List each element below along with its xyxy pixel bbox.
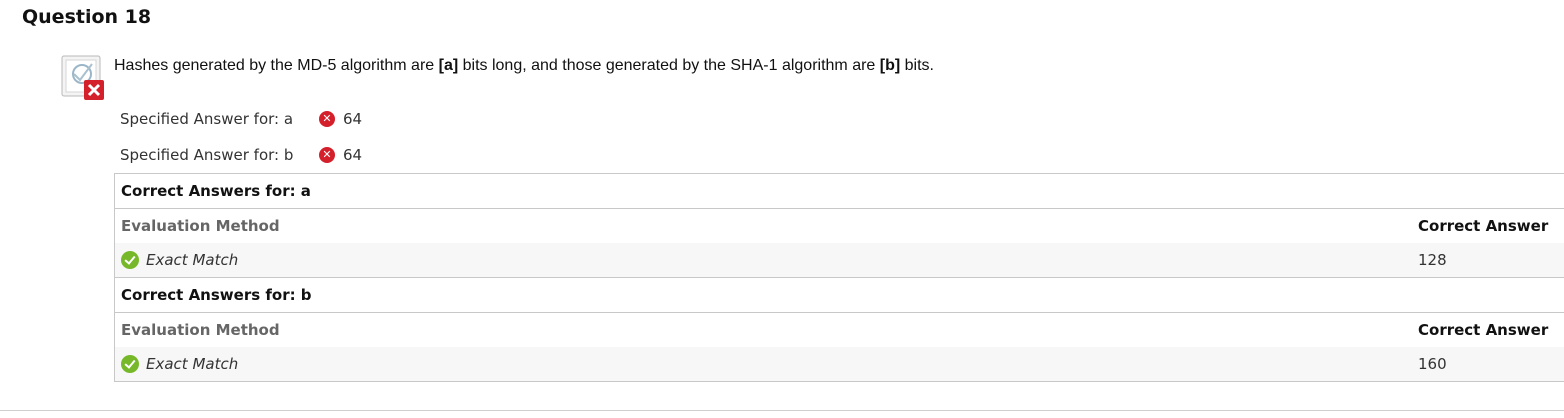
incorrect-icon: ✕: [319, 147, 335, 163]
question-text: Hashes generated by the MD-5 algorithm a…: [114, 55, 934, 77]
divider: [0, 410, 1564, 411]
evaluation-method-header: Evaluation Method: [121, 321, 280, 339]
table-row: Exact Match 160: [115, 347, 1564, 382]
evaluation-method-value: Exact Match: [146, 355, 239, 373]
table-row: Exact Match 128: [115, 243, 1564, 278]
evaluation-method-header: Evaluation Method: [121, 217, 280, 235]
specified-answer-b: Specified Answer for: b ✕ 64: [120, 143, 362, 167]
correct-answer-value: 128: [1418, 251, 1447, 269]
correct-answers-heading-b: Correct Answers for: b: [115, 278, 1564, 313]
question-text-part: bits long, and those generated by the SH…: [458, 57, 880, 74]
blank-a-marker: [a]: [438, 57, 459, 74]
specified-answer-a: Specified Answer for: a ✕ 64: [120, 107, 362, 131]
specified-answer-value: 64: [343, 146, 363, 164]
table-header-row: Evaluation Method Correct Answer: [115, 313, 1564, 347]
specified-answer-value: 64: [343, 110, 363, 128]
evaluation-method-value: Exact Match: [146, 251, 239, 269]
incorrect-icon: ✕: [319, 111, 335, 127]
check-icon: [121, 251, 139, 269]
specified-answer-label: Specified Answer for: b: [120, 146, 294, 164]
correct-answer-header: Correct Answer: [1418, 321, 1549, 339]
specified-answer-label: Specified Answer for: a: [120, 110, 294, 128]
correct-answer-header: Correct Answer: [1418, 217, 1549, 235]
incorrect-answer-status-icon: [60, 54, 108, 102]
correct-answer-value: 160: [1418, 355, 1447, 373]
question-text-part: Hashes generated by the MD-5 algorithm a…: [114, 57, 439, 74]
question-title: Question 18: [22, 6, 152, 28]
check-icon: [121, 355, 139, 373]
correct-answers-heading-a: Correct Answers for: a: [115, 174, 1564, 209]
table-header-row: Evaluation Method Correct Answer: [115, 209, 1564, 243]
blank-b-marker: [b]: [879, 57, 901, 74]
evaluation-method-cell: Exact Match: [115, 355, 1418, 373]
evaluation-method-cell: Exact Match: [115, 251, 1418, 269]
question-text-part: bits.: [900, 57, 934, 74]
correct-answers-table: Correct Answers for: a Evaluation Method…: [114, 173, 1564, 382]
